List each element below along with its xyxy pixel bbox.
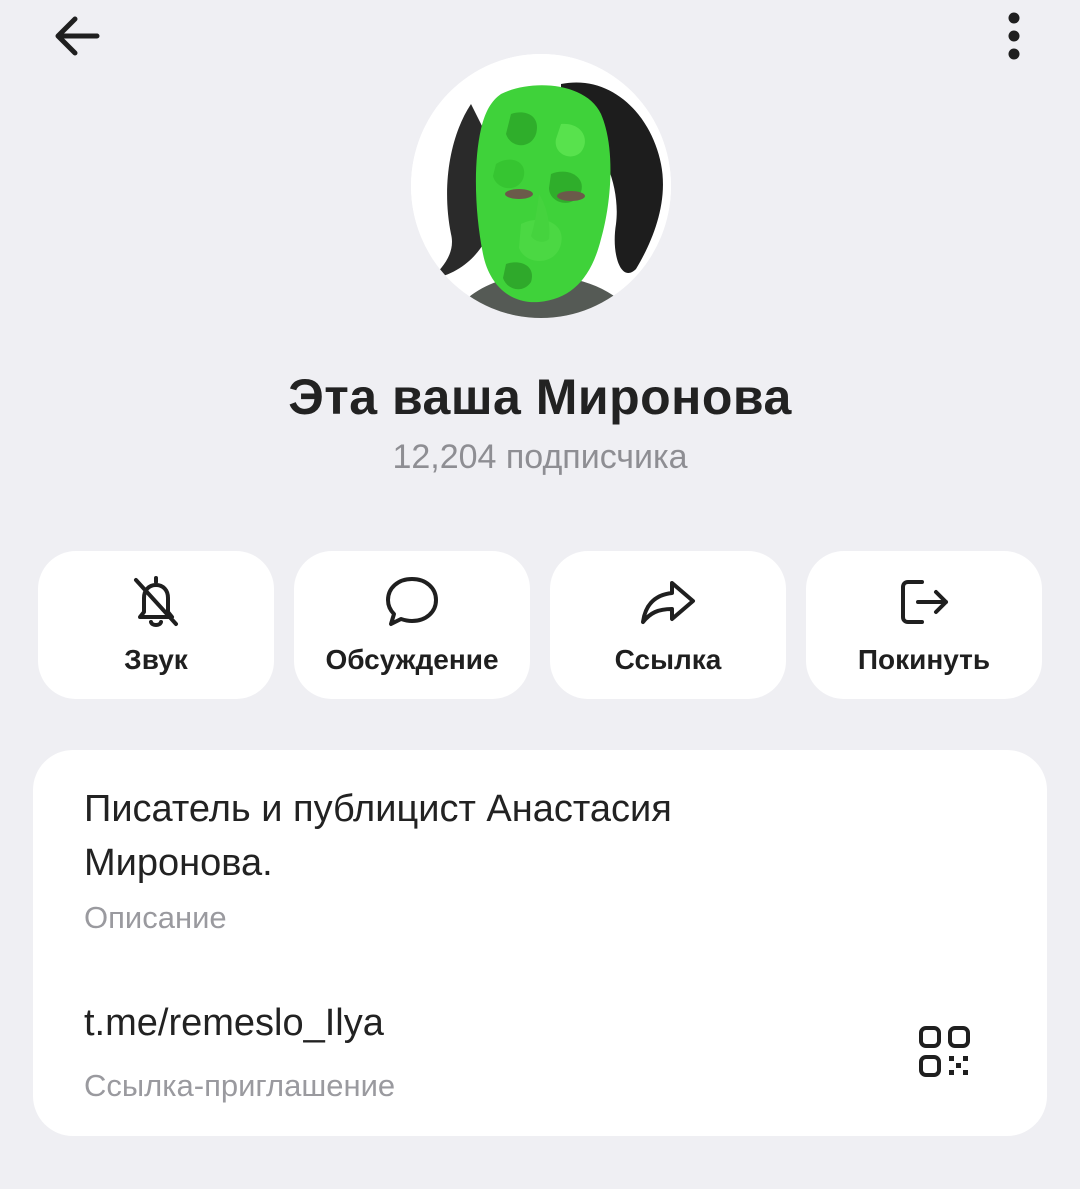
arrow-left-icon xyxy=(55,16,100,56)
description-caption: Описание xyxy=(84,900,227,935)
back-button[interactable] xyxy=(40,4,114,68)
channel-avatar[interactable] xyxy=(411,54,671,318)
link-button[interactable]: Ссылка xyxy=(550,551,786,699)
invite-link[interactable]: t.me/remeslo_Ilya xyxy=(84,1002,384,1045)
leave-label: Покинуть xyxy=(857,644,991,675)
more-vertical-icon xyxy=(1008,12,1020,60)
chat-bubble-icon xyxy=(386,577,438,626)
exit-icon xyxy=(901,580,948,624)
share-icon xyxy=(641,581,695,624)
qr-code-button[interactable] xyxy=(905,1016,985,1088)
link-label: Ссылка xyxy=(614,644,722,675)
discussion-button[interactable]: Обсуждение xyxy=(294,551,530,699)
subscriber-count: 12,204 подписчика xyxy=(392,438,688,476)
more-options-button[interactable] xyxy=(984,4,1044,68)
invite-link-caption: Ссылка-приглашение xyxy=(84,1068,396,1103)
sound-label: Звук xyxy=(124,644,188,675)
qr-code-icon xyxy=(919,1026,970,1077)
info-card: Писатель и публицист Анастасия Миронова.… xyxy=(33,750,1047,1136)
sound-button[interactable]: Звук xyxy=(38,551,274,699)
leave-button[interactable]: Покинуть xyxy=(806,551,1042,699)
channel-title: Эта ваша Миронова xyxy=(288,369,792,425)
action-bar: Звук Обсуждение Ссылка Покинуть xyxy=(38,551,1042,699)
discussion-label: Обсуждение xyxy=(325,644,499,675)
bell-off-icon xyxy=(134,576,178,627)
channel-description: Писатель и публицист Анастасия Миронова. xyxy=(84,788,672,884)
